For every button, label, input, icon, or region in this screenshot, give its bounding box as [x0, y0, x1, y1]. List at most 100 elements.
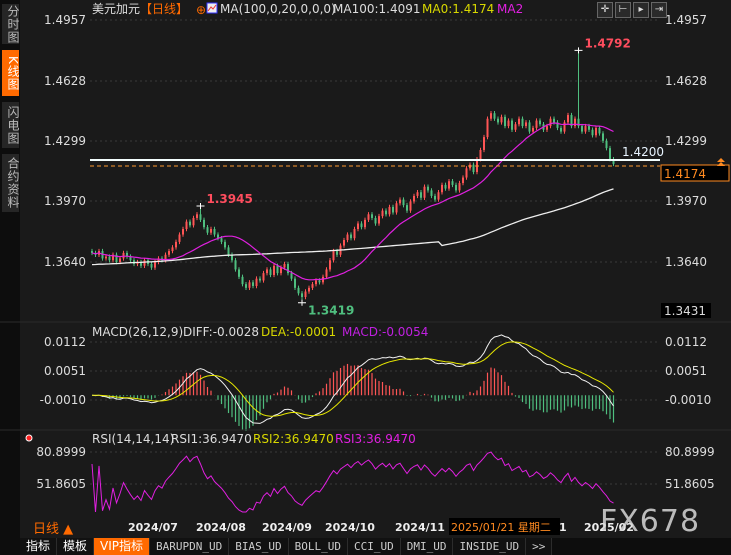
- candle-body: [406, 205, 408, 211]
- last-price-label: 1.4174: [664, 167, 706, 181]
- shift-right-icon[interactable]: ⇥: [651, 2, 667, 18]
- candle-body: [238, 269, 240, 277]
- low-price-label: 1.3431: [664, 304, 706, 318]
- macd-diff-line: [91, 334, 614, 424]
- chart-canvas[interactable]: 美元加元 【日线】 ⊕ MA(100,0,20,0,0,0) MA100:1.4…: [0, 0, 731, 555]
- y-tick-right: 1.4957: [665, 13, 707, 27]
- candle-body: [105, 256, 107, 259]
- candle-body: [486, 118, 489, 138]
- play-icon[interactable]: ▸: [633, 2, 649, 18]
- candle-body: [343, 240, 345, 246]
- candle-body: [259, 278, 261, 281]
- x-tick-partial: 1: [559, 521, 567, 534]
- alert-icon[interactable]: [25, 434, 33, 442]
- period-selector[interactable]: 日线 ▲: [33, 522, 73, 537]
- candle-body: [364, 219, 366, 228]
- candle-body: [241, 276, 244, 285]
- candle-body: [493, 113, 496, 119]
- period-label[interactable]: 【日线】: [140, 2, 188, 16]
- y-tick-left: 1.4628: [44, 74, 86, 88]
- candle-body: [325, 269, 328, 277]
- tab-barupdn[interactable]: BARUPDN_UD: [150, 538, 230, 555]
- candle-body: [245, 284, 247, 288]
- zoom-range-icon[interactable]: ⊢: [615, 2, 631, 18]
- candle-body: [479, 149, 482, 160]
- candle-body: [409, 201, 412, 211]
- candle-body: [507, 120, 510, 127]
- macd-dea: DEA:-0.0001: [261, 325, 336, 339]
- candle-body: [192, 217, 195, 226]
- candle-body: [227, 247, 230, 255]
- candle-body: [518, 118, 520, 125]
- candle-body: [388, 206, 391, 215]
- candle-body: [497, 118, 499, 123]
- ma100-value: MA100:1.4091: [333, 2, 421, 16]
- candles: [91, 50, 615, 303]
- extreme-price-label: 1.3419: [308, 304, 354, 318]
- candle-body: [199, 214, 202, 220]
- rsi1-value: RSI1:36.9470: [171, 432, 252, 446]
- candle-body: [581, 126, 583, 132]
- crosshair-icon[interactable]: ✛: [597, 2, 613, 18]
- candle-body: [381, 210, 384, 217]
- candle-body: [360, 223, 363, 228]
- x-tick: 2024/08: [196, 521, 246, 534]
- candle-body: [273, 265, 275, 275]
- candle-body: [539, 120, 541, 125]
- tab-vip-indicators[interactable]: VIP指标: [94, 538, 151, 555]
- tab-indicators[interactable]: 指标: [20, 538, 58, 555]
- extreme-marker: [574, 47, 583, 54]
- tab-more[interactable]: >>: [526, 538, 553, 555]
- candle-body: [224, 241, 226, 248]
- tab-inside[interactable]: INSIDE_UD: [453, 538, 527, 555]
- candle-body: [458, 183, 461, 191]
- candle-body: [378, 216, 380, 224]
- candle-body: [357, 223, 359, 230]
- tab-bias[interactable]: BIAS_UD: [229, 538, 289, 555]
- candle-body: [490, 113, 492, 119]
- candle-body: [528, 122, 531, 132]
- tab-cci[interactable]: CCI_UD: [347, 538, 401, 555]
- add-indicator-icon[interactable]: ⊕: [196, 3, 206, 17]
- candle-body: [514, 124, 517, 130]
- candle-body: [108, 256, 111, 261]
- candle-body: [560, 127, 562, 132]
- rsi-title: RSI(14,14,14): [92, 432, 174, 446]
- candle-body: [511, 120, 513, 130]
- tab-boll[interactable]: BOLL_UD: [288, 538, 348, 555]
- extreme-marker: [298, 299, 306, 306]
- candle-body: [367, 214, 370, 220]
- candle-body: [563, 122, 566, 132]
- candle-body: [350, 234, 352, 239]
- candle-body: [595, 127, 597, 136]
- candle-body: [574, 118, 576, 127]
- candle-body: [353, 229, 356, 239]
- candle-body: [553, 118, 555, 123]
- ma2-value: MA2: [497, 2, 523, 16]
- candle-body: [420, 192, 422, 198]
- candle-body: [269, 269, 272, 275]
- collapse-arrow-icon[interactable]: [717, 158, 725, 166]
- candle-body: [329, 260, 331, 270]
- candle-body: [294, 278, 296, 288]
- tab-dmi[interactable]: DMI_UD: [400, 538, 454, 555]
- candle-body: [336, 251, 338, 255]
- candle-body: [385, 210, 387, 215]
- y-tick-left: 1.3970: [44, 194, 86, 208]
- candle-body: [315, 280, 317, 285]
- candle-body: [416, 192, 419, 196]
- candle-body: [119, 258, 121, 263]
- x-tick: 2024/11: [395, 521, 445, 534]
- candle-body: [252, 282, 254, 286]
- candle-body: [504, 116, 506, 127]
- candle-body: [546, 126, 548, 130]
- ma-params: MA(100,0,20,0,0,0): [220, 2, 336, 16]
- candle-body: [287, 263, 289, 274]
- macd-value: MACD:-0.0054: [342, 325, 428, 339]
- rsi-y-tick-right: 51.8605: [665, 477, 715, 491]
- candle-body: [301, 293, 303, 298]
- candle-body: [423, 186, 426, 198]
- candle-body: [469, 164, 471, 169]
- tab-templates[interactable]: 模板: [57, 538, 95, 555]
- candle-body: [318, 280, 321, 283]
